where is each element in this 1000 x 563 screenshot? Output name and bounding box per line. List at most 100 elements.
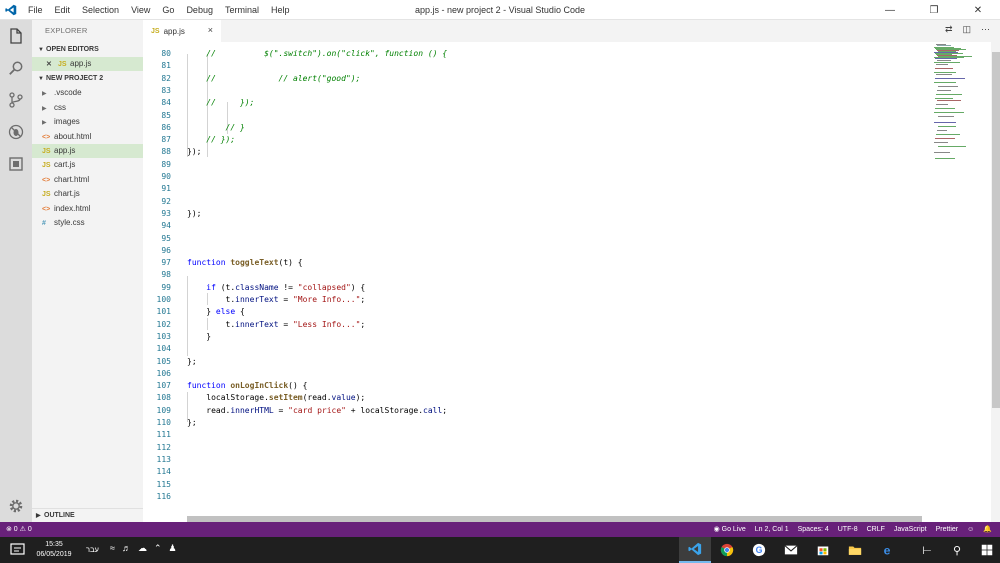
minimap-line [934,152,950,153]
edge-icon[interactable]: e [871,537,903,563]
file-tree-item[interactable]: JS cart.js [32,158,143,172]
action-center-icon[interactable] [8,542,28,558]
explorer-icon[interactable] [0,20,32,52]
minimap[interactable] [928,42,991,522]
html-file-icon: <> [42,133,51,141]
code-area[interactable]: 80 // $(".switch").on("click", function … [143,42,928,522]
go-live-button[interactable]: ◉ Go Live [714,522,746,537]
code-line: 91 [143,183,928,195]
minimap-line [934,122,956,123]
file-tree-item[interactable]: <> index.html [32,202,143,216]
chevron-right-icon: ▶ [42,105,47,112]
minimap-line [934,142,948,143]
debug-icon[interactable] [0,116,32,148]
chevron-right-icon: ▶ [42,91,47,98]
close-window-button[interactable]: ✕ [956,0,1000,20]
formatter[interactable]: Prettier [936,522,959,537]
project-section[interactable]: ▼ NEW PROJECT 2 [32,71,143,86]
search-icon[interactable] [0,52,32,84]
code-line: 81 [143,60,928,72]
minimap-line [935,58,957,59]
minimap-line [937,60,951,61]
google-app-icon[interactable]: G [743,537,775,563]
line-number: 105 [156,356,171,366]
menu-item-file[interactable]: File [22,0,49,20]
line-number: 81 [161,61,171,71]
minimap-line [937,45,951,46]
language-mode[interactable]: JavaScript [894,522,927,537]
menu-item-debug[interactable]: Debug [180,0,219,20]
close-icon[interactable]: ✕ [46,58,58,72]
code-editor[interactable]: 80 // $(".switch").on("click", function … [143,42,991,522]
store-icon[interactable] [807,537,839,563]
mail-icon[interactable] [775,537,807,563]
minimap-line [936,104,948,105]
broadcast-icon: ◉ [713,526,720,533]
settings-gear-icon[interactable] [0,490,32,522]
source-control-icon[interactable] [0,84,32,116]
open-editor-item[interactable]: ✕ JS app.js [32,57,143,72]
chevron-down-icon: ▼ [38,47,44,53]
input-language[interactable]: עבר [86,545,99,554]
network-icon[interactable]: ≈ [110,543,115,554]
file-tree-item[interactable]: JS app.js [32,143,143,159]
vertical-scrollbar[interactable] [991,42,1000,522]
encoding[interactable]: UTF-8 [838,522,858,537]
chevron-up-icon[interactable]: ⌃ [154,543,162,554]
minimap-line [938,116,954,117]
minimap-line [935,108,955,109]
chrome-icon[interactable] [711,537,743,563]
menu-item-help[interactable]: Help [265,0,296,20]
file-tree-item[interactable]: JS chart.js [32,187,143,201]
file-tree-item[interactable]: <> about.html [32,130,143,144]
file-tree-item[interactable]: ▶ images [32,115,143,129]
line-text: if (t.className != "collapsed") { [206,282,366,292]
minimap-line [934,72,956,73]
menu-item-edit[interactable]: Edit [49,0,77,20]
compare-icon[interactable]: ⇄ [945,24,953,35]
file-explorer-icon[interactable] [839,537,871,563]
volume-icon[interactable]: ♬ [122,543,131,554]
vscode-taskbar-icon[interactable] [679,537,711,563]
chevron-right-icon: ▶ [42,120,47,127]
problems-indicator[interactable]: ⊗ 0 ⚠ 0 [6,522,32,537]
file-tree-item[interactable]: # style.css [32,216,143,230]
menu-item-view[interactable]: View [125,0,156,20]
tab-app-js[interactable]: JS app.js × [143,20,221,42]
file-tree-label: chart.js [54,189,80,199]
close-tab-icon[interactable]: × [208,25,213,35]
title-bar: File Edit Selection View Go Debug Terminal Help… [0,0,1000,20]
indentation[interactable]: Spaces: 4 [798,522,829,537]
minimap-line [938,126,956,127]
open-editors-section[interactable]: ▼ OPEN EDITORS [32,42,143,57]
line-text: t.innerText = "More Info..."; [187,295,366,304]
more-actions-icon[interactable]: ⋯ [981,24,990,35]
feedback-smiley-icon[interactable]: ☺ [967,522,974,537]
split-editor-icon[interactable]: ◫ [962,24,971,35]
code-line: 106 [143,368,928,380]
menu-item-go[interactable]: Go [156,0,180,20]
restore-button[interactable]: ❐ [912,0,956,20]
code-line: 108 localStorage.setItem(read.value); [143,392,928,404]
line-ending[interactable]: CRLF [867,522,885,537]
file-tree-item[interactable]: ▶ css [32,101,143,115]
task-view-icon[interactable]: ⊢ [912,537,942,563]
minimize-button[interactable]: — [868,0,912,20]
line-number: 99 [161,282,171,292]
scrollbar-thumb[interactable] [992,52,1000,408]
file-tree-item[interactable]: ▶ .vscode [32,86,143,100]
people-icon[interactable]: ♟ [169,543,177,554]
file-tree-item[interactable]: <> chart.html [32,173,143,187]
line-number: 95 [161,233,171,243]
onedrive-cloud-icon[interactable]: ☁ [138,543,147,554]
menu-item-terminal[interactable]: Terminal [219,0,265,20]
code-line: 84 // }); [143,97,928,109]
start-windows-icon[interactable] [972,537,1000,563]
taskbar-clock[interactable]: 15:35 06/05/2019 [34,540,74,560]
notifications-bell-icon[interactable]: 🔔 [983,522,992,537]
outline-section[interactable]: ▶ OUTLINE [32,508,143,522]
extensions-icon[interactable] [0,148,32,180]
cursor-position[interactable]: Ln 2, Col 1 [755,522,789,537]
menu-item-selection[interactable]: Selection [76,0,125,20]
taskbar-search-icon[interactable]: ⚲ [942,537,972,563]
